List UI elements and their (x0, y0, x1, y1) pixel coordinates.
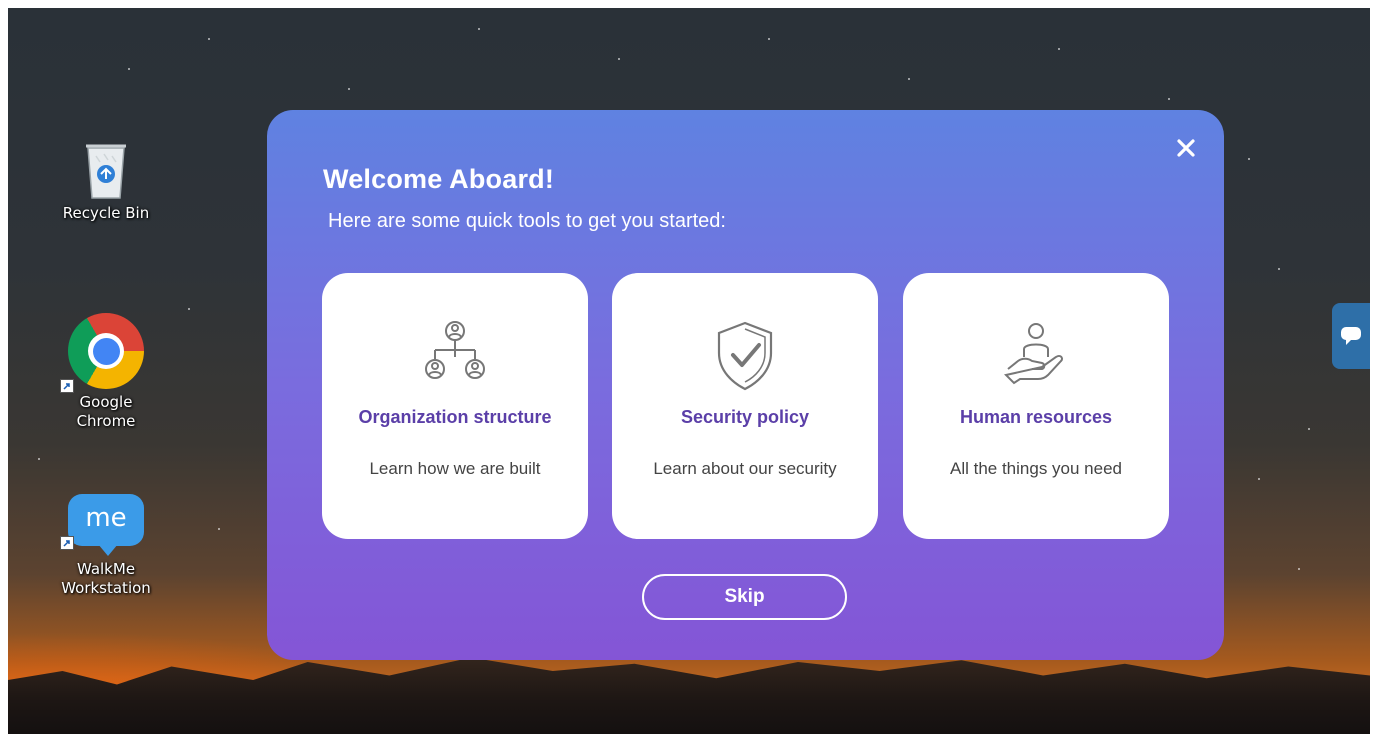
modal-title: Welcome Aboard! (323, 164, 555, 194)
desktop-icon-google-chrome[interactable]: Google Chrome (51, 313, 161, 431)
hand-person-icon (1004, 323, 1064, 385)
card-security-policy[interactable]: Security policy Learn about our security (612, 273, 878, 539)
side-chat-tab[interactable] (1332, 303, 1370, 369)
shortcut-arrow-icon (60, 379, 74, 393)
welcome-modal: Welcome Aboard! Here are some quick tool… (267, 110, 1224, 660)
desktop-icon-label: WalkMe Workstation (61, 560, 151, 597)
chat-bubble-icon (1341, 327, 1361, 345)
card-title: Human resources (959, 407, 1113, 427)
desktop-icon-label: Recycle Bin (62, 204, 150, 222)
recycle-bin-icon (82, 138, 130, 200)
card-title: Security policy (680, 407, 810, 427)
walkme-icon: me (60, 494, 144, 556)
shield-check-icon (717, 321, 773, 391)
desktop-icon-recycle-bin[interactable]: Recycle Bin (51, 138, 161, 223)
skip-button[interactable]: Skip (642, 574, 847, 620)
close-icon (1177, 139, 1195, 157)
chrome-icon (60, 313, 144, 393)
desktop: Recycle Bin Google Chrome me WalkMe Work… (8, 8, 1370, 734)
card-description: All the things you need (949, 459, 1122, 478)
card-human-resources[interactable]: Human resources All the things you need (903, 273, 1169, 539)
desktop-icon-walkme-workstation[interactable]: me WalkMe Workstation (51, 494, 161, 598)
modal-subtitle: Here are some quick tools to get you sta… (328, 210, 726, 232)
shortcut-arrow-icon (60, 536, 74, 550)
card-title: Organization structure (358, 407, 552, 427)
org-chart-icon (425, 321, 485, 379)
desktop-icon-label: Google Chrome (76, 393, 136, 430)
card-organization-structure[interactable]: Organization structure Learn how we are … (322, 273, 588, 539)
card-description: Learn about our security (653, 459, 837, 478)
card-description: Learn how we are built (369, 459, 541, 478)
close-button[interactable] (1174, 136, 1198, 160)
